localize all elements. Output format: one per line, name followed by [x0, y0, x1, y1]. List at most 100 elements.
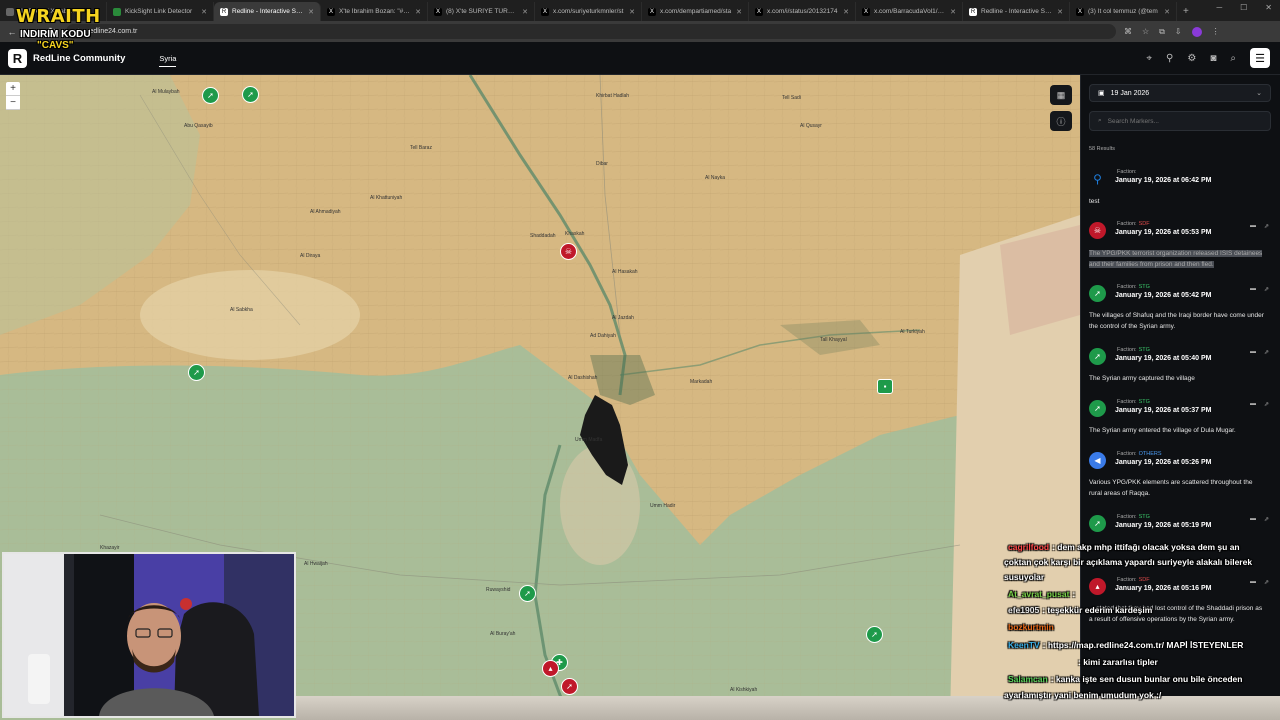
close-tab-icon[interactable]: ✕ — [1057, 8, 1063, 16]
search-icon[interactable]: ⌕ — [1230, 53, 1236, 64]
new-tab-button[interactable]: + — [1177, 2, 1195, 21]
map-marker-sdf[interactable]: ▴ — [542, 660, 559, 677]
tab-title: Redline - Interactive Strat — [232, 8, 305, 15]
browser-tab[interactable]: Xx.com/dempartiamed/sta ✕ — [642, 2, 749, 21]
chat-message: KeenTV: https://map.redline24.com.tr/ MA… — [1008, 640, 1244, 650]
download-icon[interactable]: ⇩ — [1175, 27, 1182, 36]
close-tab-icon[interactable]: ✕ — [415, 8, 421, 16]
external-link-icon[interactable]: ⇗ — [1264, 516, 1269, 523]
browser-tab[interactable]: Xx.com/i/status/20132174 ✕ — [749, 2, 856, 21]
date-selector[interactable]: ▣ 19 Jan 2026 ⌄ — [1089, 84, 1271, 102]
browser-tab[interactable]: X (8) X'te SURİYE TÜRKMEN ✕ — [428, 2, 535, 21]
chevron-down-icon: ⌄ — [1256, 90, 1262, 97]
video-icon[interactable]: ▬ — [1250, 579, 1256, 586]
bookmark-star-icon[interactable]: ☆ — [1142, 27, 1149, 36]
map-marker-sdf[interactable]: ☠ — [560, 243, 577, 260]
faction-label: Faction: STG — [1117, 514, 1150, 520]
chat-message: bozkurtmin — [1008, 622, 1054, 632]
camera-icon[interactable]: ◙ — [1210, 53, 1216, 64]
faction-label: Faction: STG — [1117, 347, 1150, 353]
x-favicon-icon: X — [862, 7, 870, 16]
settings-gear-icon[interactable]: ⚙ — [1187, 53, 1196, 64]
map-marker-stg[interactable]: ➚ — [188, 364, 205, 381]
stg-faction-icon: ➚ — [1089, 400, 1106, 417]
tab-title: (3) It col temmuz (@tem — [1088, 8, 1158, 15]
place-label: Umm Madfa — [575, 437, 603, 443]
entry-text: Various YPG/PKK elements are scattered t… — [1089, 479, 1253, 497]
place-label: Tell Baraz — [410, 145, 432, 151]
location-pin-icon[interactable]: ⚲ — [1166, 53, 1173, 64]
tab-title: x.com/i/status/20132174 — [767, 8, 838, 15]
external-link-icon[interactable]: ⇗ — [1264, 349, 1269, 356]
close-tab-icon[interactable]: ✕ — [201, 8, 207, 16]
video-icon[interactable]: ▬ — [1250, 349, 1256, 356]
browser-tab[interactable]: X X'te İbrahim Bozan: "#Tiş ✕ — [321, 2, 428, 21]
place-label: Al Kishkiyah — [730, 687, 758, 693]
browser-tab[interactable]: X (3) It col temmuz (@tem ✕ — [1070, 2, 1177, 21]
faction-label: Faction: SDF — [1117, 221, 1150, 227]
chat-message: At_avrat_pusat: — [1008, 589, 1076, 599]
close-window-icon[interactable]: ✕ — [1265, 3, 1272, 12]
entry-date: January 19, 2026 at 05:37 PM — [1115, 407, 1212, 414]
entry-text: The Syrian army entered the village of D… — [1089, 427, 1236, 434]
external-link-icon[interactable]: ⇗ — [1264, 286, 1269, 293]
close-tab-icon[interactable]: ✕ — [843, 8, 849, 16]
place-label: Dibar — [596, 161, 608, 167]
discount-code-value: "CAVS" — [37, 40, 74, 51]
place-label: Al Hwaijah — [304, 561, 328, 567]
tab-favicon-icon — [6, 7, 14, 16]
map-marker-stg[interactable]: ▪ — [877, 379, 893, 394]
minimize-icon[interactable]: ─ — [1216, 3, 1222, 12]
translate-icon[interactable]: ⌘ — [1124, 27, 1132, 36]
address-bar[interactable]: ⚲ redline24.com.tr — [66, 24, 1116, 39]
video-icon[interactable]: ▬ — [1250, 401, 1256, 408]
x-favicon-icon: X — [755, 7, 763, 16]
hamburger-menu-icon[interactable]: ☰ — [1250, 48, 1270, 68]
faction-label: Faction: SDF — [1117, 577, 1150, 583]
video-icon[interactable]: ▬ — [1250, 516, 1256, 523]
close-tab-icon[interactable]: ✕ — [950, 8, 956, 16]
external-link-icon[interactable]: ⇗ — [1264, 401, 1269, 408]
map-marker-stg[interactable]: ➚ — [202, 87, 219, 104]
zoom-out-button[interactable]: − — [6, 96, 20, 110]
close-tab-icon[interactable]: ✕ — [522, 8, 528, 16]
close-tab-icon[interactable]: ✕ — [736, 8, 742, 16]
video-icon[interactable]: ▬ — [1250, 286, 1256, 293]
redline-logo[interactable]: R — [8, 48, 27, 68]
map-marker-sdf[interactable]: ➚ — [561, 678, 578, 695]
results-count: 58 Results — [1089, 146, 1115, 152]
browser-tab[interactable]: Xx.com/BarracudaVol1/sta ✕ — [856, 2, 963, 21]
marker-search[interactable]: ⌕ — [1089, 111, 1271, 131]
browser-menu-icon[interactable]: ⋮ — [1212, 27, 1220, 36]
external-link-icon[interactable]: ⇗ — [1264, 223, 1269, 230]
calendar-icon: ▣ — [1098, 90, 1105, 97]
place-label: Umm Hadir — [650, 503, 676, 509]
browser-tab[interactable]: Xx.com/suriyeturkmnler/st ✕ — [535, 2, 642, 21]
close-tab-icon[interactable]: ✕ — [308, 8, 314, 16]
search-markers-input[interactable] — [1107, 117, 1258, 125]
place-label: Al Turkiyah — [900, 329, 925, 335]
brand-name[interactable]: RedLine Community — [33, 53, 125, 64]
maximize-icon[interactable]: ☐ — [1240, 3, 1247, 12]
nav-link-syria[interactable]: Syria — [159, 54, 177, 67]
tag-icon[interactable]: ⌖ — [1146, 53, 1152, 64]
map-marker-stg[interactable]: ➚ — [866, 626, 883, 643]
video-icon[interactable]: ▬ — [1250, 223, 1256, 230]
place-label: Al Khattuniyah — [370, 195, 403, 201]
profile-avatar[interactable] — [1191, 26, 1202, 37]
map-layers-icon[interactable]: ▦ — [1050, 85, 1072, 105]
x-favicon-icon: X — [434, 7, 442, 16]
browser-tab-active[interactable]: R Redline - Interactive Strat ✕ — [214, 2, 321, 21]
zoom-in-button[interactable]: + — [6, 82, 20, 96]
map-marker-stg[interactable]: ➚ — [242, 86, 259, 103]
close-tab-icon[interactable]: ✕ — [629, 8, 635, 16]
browser-tabstrip: (1) Tweet / X haberleri ✕ KickSight Link … — [0, 0, 1280, 21]
back-icon[interactable]: ← — [6, 27, 18, 37]
external-link-icon[interactable]: ⇗ — [1264, 579, 1269, 586]
extensions-icon[interactable]: ⧉ — [1159, 27, 1165, 37]
browser-tab[interactable]: R Redline - Interactive Strat ✕ — [963, 2, 1070, 21]
map-marker-stg[interactable]: ➚ — [519, 585, 536, 602]
map-info-icon[interactable]: ⓘ — [1050, 111, 1072, 131]
browser-tab[interactable]: KickSight Link Detector ✕ — [107, 2, 214, 21]
close-tab-icon[interactable]: ✕ — [1164, 8, 1170, 16]
